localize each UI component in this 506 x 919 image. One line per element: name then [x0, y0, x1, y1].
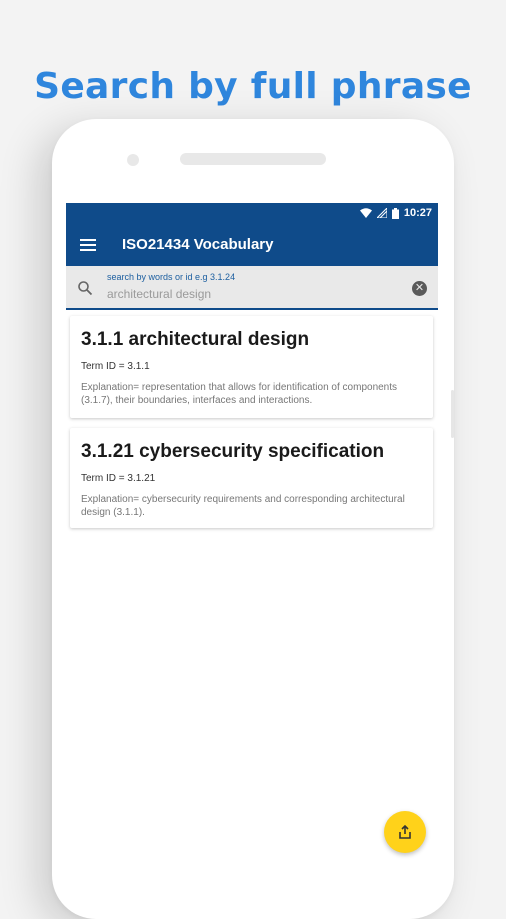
signal-icon — [376, 208, 387, 218]
search-hint: search by words or id e.g 3.1.24 — [107, 272, 236, 282]
promo-headline: Search by full phrase — [34, 66, 472, 107]
search-input[interactable] — [106, 285, 368, 303]
status-bar: 10:27 — [66, 203, 438, 223]
search-bar[interactable]: search by words or id e.g 3.1.24 ✕ — [66, 266, 438, 310]
app-screen: 10:27 ISO21434 Vocabulary search by word… — [66, 203, 438, 865]
result-card[interactable]: 3.1.1 architectural design Term ID = 3.1… — [70, 316, 433, 418]
phone-camera — [127, 154, 139, 166]
app-bar: ISO21434 Vocabulary — [66, 223, 438, 266]
wifi-icon — [359, 208, 372, 218]
result-explanation: Explanation= cybersecurity requirements … — [81, 494, 405, 518]
result-card[interactable]: 3.1.21 cybersecurity specification Term … — [70, 428, 433, 528]
result-term-id: Term ID = 3.1.1 — [81, 361, 150, 372]
status-time: 10:27 — [403, 207, 432, 219]
result-title: 3.1.1 architectural design — [81, 329, 310, 350]
battery-icon — [391, 207, 399, 219]
share-icon — [399, 824, 411, 839]
result-title: 3.1.21 cybersecurity specification — [81, 441, 385, 462]
menu-icon[interactable] — [80, 234, 102, 256]
result-explanation: Explanation= representation that allows … — [81, 382, 398, 406]
phone-speaker — [180, 153, 326, 165]
phone-side-button — [451, 390, 454, 438]
share-button[interactable] — [384, 811, 426, 853]
search-icon — [78, 281, 93, 296]
clear-icon[interactable]: ✕ — [412, 281, 427, 296]
app-title: ISO21434 Vocabulary — [122, 236, 274, 253]
result-term-id: Term ID = 3.1.21 — [81, 473, 156, 484]
